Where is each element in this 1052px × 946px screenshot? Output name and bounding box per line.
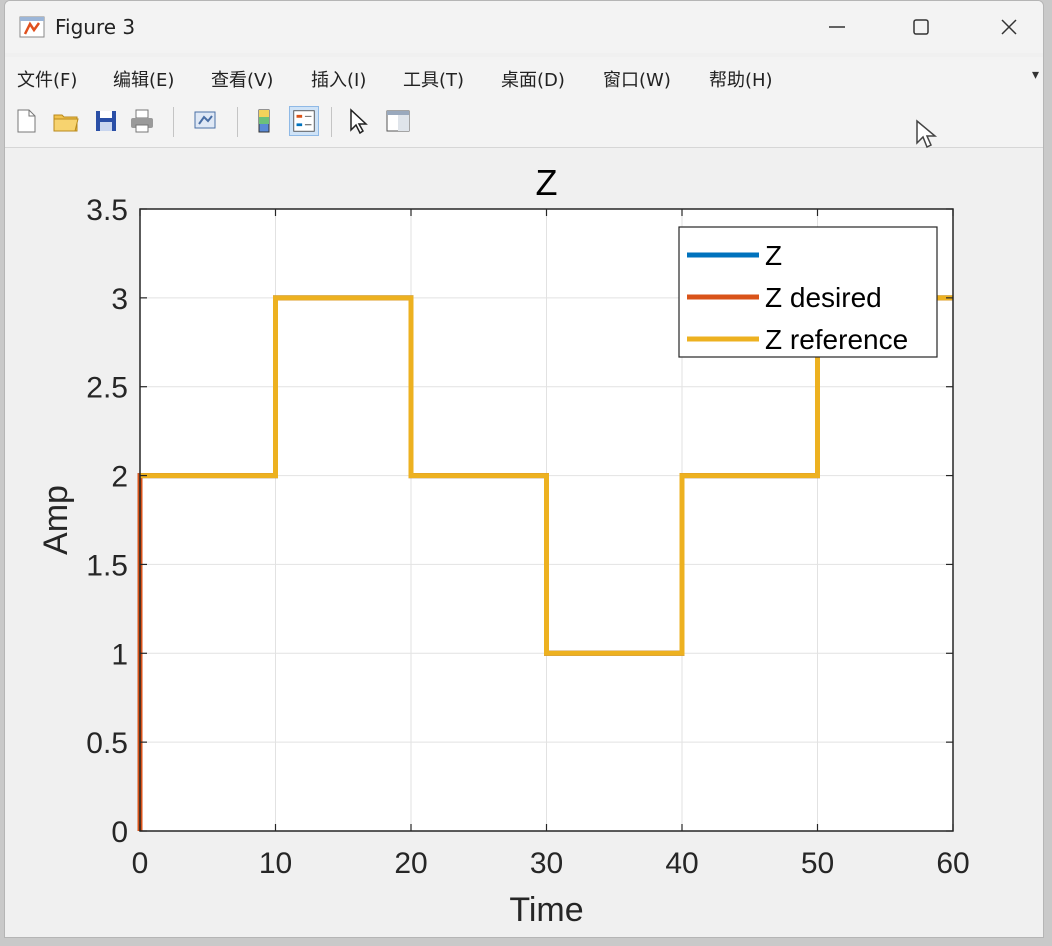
- y-tick-label: 1.5: [86, 549, 128, 582]
- y-axis-label: Amp: [37, 485, 75, 555]
- close-icon: [1001, 19, 1017, 35]
- menu-file[interactable]: 文件(F): [17, 66, 77, 92]
- x-tick-label: 60: [936, 847, 969, 880]
- mouse-pointer-icon: [916, 119, 938, 149]
- menu-bar: 文件(F) 编辑(E) 查看(V) 插入(I) 工具(T) 桌面(D) 窗口(W…: [5, 57, 1043, 97]
- y-tick-label: 2: [111, 461, 128, 494]
- y-tick-labels: 0 0.5 1 1.5 2 2.5 3 3.5: [86, 194, 128, 849]
- menu-desktop[interactable]: 桌面(D): [501, 66, 565, 92]
- toolbar-separator: [237, 107, 238, 137]
- chart-title: Z: [536, 162, 558, 203]
- plot-svg: 0 10 20 30 40 50 60 0 0.5 1 1.5 2 2.5 3 3.5 Z Time Am…: [37, 162, 970, 929]
- y-tick-label: 3.5: [86, 194, 128, 227]
- edit-plot-icon[interactable]: [343, 106, 373, 136]
- x-tick-label: 50: [801, 847, 834, 880]
- legend-entry-1: Z desired: [765, 282, 882, 313]
- menu-tools[interactable]: 工具(T): [403, 66, 464, 92]
- maximize-icon: [913, 19, 929, 35]
- x-tick-label: 40: [665, 847, 698, 880]
- menu-edit[interactable]: 编辑(E): [113, 66, 174, 92]
- figure-window: Figure 3 文件(F) 编辑(E) 查看(V) 插入(I) 工具(T) 桌…: [4, 0, 1044, 938]
- legend-entry-2: Z reference: [765, 324, 908, 355]
- title-bar[interactable]: Figure 3: [5, 1, 1043, 53]
- property-inspector-icon[interactable]: [383, 106, 413, 136]
- toolbar-separator: [331, 107, 332, 137]
- x-tick-label: 30: [530, 847, 563, 880]
- window-title: Figure 3: [55, 15, 136, 39]
- link-plot-icon[interactable]: [191, 106, 221, 136]
- x-tick-labels: 0 10 20 30 40 50 60: [132, 847, 970, 880]
- menu-help[interactable]: 帮助(H): [709, 66, 773, 92]
- menu-view[interactable]: 查看(V): [211, 66, 273, 92]
- menu-overflow-chevron-icon[interactable]: ▾: [1032, 67, 1039, 83]
- y-tick-label: 0.5: [86, 727, 128, 760]
- matlab-figure-icon: [19, 16, 45, 38]
- y-tick-label: 1: [111, 638, 128, 671]
- maximize-button[interactable]: [891, 9, 951, 45]
- minimize-icon: [829, 26, 845, 28]
- toolbar-separator: [173, 107, 174, 137]
- y-tick-label: 3: [111, 283, 128, 316]
- colorbar-icon[interactable]: [249, 106, 279, 136]
- legend[interactable]: Z Z desired Z reference: [678, 226, 938, 358]
- figure-toolbar: [5, 97, 1043, 148]
- x-axis-label: Time: [509, 891, 583, 929]
- legend-entry-0: Z: [765, 240, 782, 271]
- menu-window[interactable]: 窗口(W): [603, 66, 671, 92]
- figure-canvas: 0 10 20 30 40 50 60 0 0.5 1 1.5 2 2.5 3 3.5 Z Time Am…: [5, 148, 1043, 937]
- y-tick-label: 0: [111, 816, 128, 849]
- open-file-icon[interactable]: [51, 106, 81, 136]
- print-icon[interactable]: [127, 106, 157, 136]
- x-tick-label: 20: [394, 847, 427, 880]
- x-tick-label: 0: [132, 847, 149, 880]
- x-tick-label: 10: [259, 847, 292, 880]
- new-figure-icon[interactable]: [11, 106, 41, 136]
- minimize-button[interactable]: [807, 9, 867, 45]
- close-button[interactable]: [979, 9, 1039, 45]
- save-icon[interactable]: [91, 106, 121, 136]
- y-tick-label: 2.5: [86, 372, 128, 405]
- legend-icon[interactable]: [289, 106, 319, 136]
- menu-insert[interactable]: 插入(I): [311, 66, 366, 92]
